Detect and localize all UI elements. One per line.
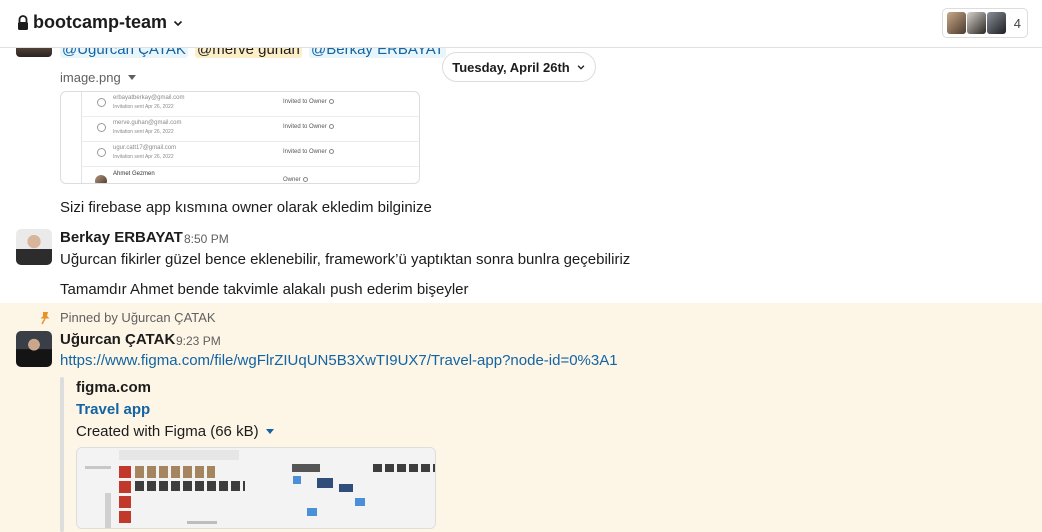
figma-link[interactable]: https://www.figma.com/file/wgFlrZIUqUN5B…	[60, 352, 618, 369]
preview-block	[292, 464, 320, 472]
message-timestamp[interactable]: 8:50 PM	[184, 232, 229, 246]
invite-role-label: Invited to Owner	[283, 149, 327, 156]
avatar[interactable]	[16, 331, 52, 367]
pinned-indicator: Pinned by Uğurcan ÇATAK	[38, 310, 216, 325]
preview-block	[119, 481, 131, 493]
chevron-down-icon	[173, 20, 183, 26]
invite-role-label: Invited to Owner	[283, 99, 327, 106]
preview-block	[105, 493, 111, 528]
file-name: image.png	[60, 70, 121, 85]
message-text: Sizi firebase app kısmına owner olarak e…	[60, 199, 432, 216]
clock-icon	[97, 98, 106, 107]
invite-role-label: Invited to Owner	[283, 124, 327, 131]
invite-email: erbayatberkay@gmail.com	[113, 95, 185, 101]
invite-role: Owner	[283, 177, 308, 183]
unfurl-description[interactable]: Created with Figma (66 kB)	[76, 423, 274, 440]
member-list-button[interactable]: 4	[941, 8, 1028, 38]
info-icon	[302, 177, 308, 182]
preview-block	[373, 464, 435, 472]
preview-block	[293, 476, 301, 484]
pin-icon	[40, 311, 50, 324]
invite-row: ugur.catt17@gmail.com Invitation sent Ap…	[81, 142, 419, 167]
invite-row: merve.guhan@gmail.com Invitation sent Ap…	[81, 117, 419, 142]
message-timestamp[interactable]: 9:23 PM	[176, 334, 221, 348]
message-author[interactable]: Uğurcan ÇATAK	[60, 331, 175, 348]
figma-preview-image[interactable]	[76, 447, 436, 529]
invite-role: Invited to Owner	[283, 149, 334, 155]
preview-block	[307, 508, 317, 516]
clock-icon	[97, 148, 106, 157]
invite-sent: Invitation sent Apr 26, 2022	[113, 104, 174, 110]
preview-block	[119, 450, 239, 460]
preview-block	[119, 511, 131, 523]
preview-block	[85, 466, 111, 469]
invite-email: merve.guhan@gmail.com	[113, 120, 182, 126]
owner-name: Ahmet Gezmen	[113, 171, 155, 177]
caret-down-icon	[265, 429, 274, 434]
unfurl-description-text: Created with Figma (66 kB)	[76, 423, 259, 440]
channel-name-button[interactable]: bootcamp-team	[16, 12, 184, 33]
info-icon	[328, 149, 334, 154]
invite-row: Ahmet Gezmen Owner	[81, 167, 419, 183]
preview-block	[339, 484, 353, 492]
info-icon	[328, 99, 334, 104]
unfurl-title-link[interactable]: Travel app	[76, 401, 150, 418]
pinned-by-label: Pinned by Uğurcan ÇATAK	[60, 310, 216, 325]
caret-down-icon	[127, 75, 136, 80]
preview-block	[135, 466, 215, 478]
image-attachment[interactable]: erbayatberkay@gmail.com Invitation sent …	[60, 91, 420, 184]
avatar	[986, 12, 1006, 34]
preview-block	[187, 521, 217, 524]
channel-title: bootcamp-team	[33, 12, 168, 32]
clock-icon	[97, 123, 106, 132]
unfurl-site-name: figma.com	[76, 379, 152, 396]
invite-sent: Invitation sent Apr 26, 2022	[113, 129, 174, 135]
chevron-down-icon	[577, 65, 585, 70]
member-count: 4	[1013, 15, 1021, 31]
preview-block	[135, 481, 245, 491]
invite-role-label: Owner	[283, 177, 301, 184]
lock-icon	[18, 14, 28, 30]
date-divider-label: Tuesday, April 26th	[452, 59, 570, 75]
channel-header: bootcamp-team 4	[0, 0, 1042, 48]
date-divider-button[interactable]: Tuesday, April 26th	[442, 52, 596, 82]
invite-sent: Invitation sent Apr 26, 2022	[113, 154, 174, 160]
avatar	[966, 12, 986, 34]
message-text: Uğurcan fikirler güzel bence eklenebilir…	[60, 251, 631, 268]
avatar[interactable]	[16, 229, 52, 265]
message-author[interactable]: Berkay ERBAYAT	[60, 229, 183, 246]
unfurl-border	[60, 377, 64, 532]
message-text: Tamamdır Ahmet bende takvimle alakalı pu…	[60, 281, 469, 298]
info-icon	[328, 124, 334, 129]
invite-role: Invited to Owner	[283, 124, 334, 130]
preview-block	[119, 496, 131, 508]
invite-role: Invited to Owner	[283, 99, 334, 105]
preview-block	[355, 498, 365, 506]
invite-email: ugur.catt17@gmail.com	[113, 145, 177, 151]
avatar	[95, 175, 107, 183]
file-name-toggle[interactable]: image.png	[60, 70, 136, 85]
preview-block	[317, 478, 333, 488]
invite-row: erbayatberkay@gmail.com Invitation sent …	[81, 92, 419, 117]
preview-block	[119, 466, 131, 478]
avatar	[946, 12, 966, 34]
